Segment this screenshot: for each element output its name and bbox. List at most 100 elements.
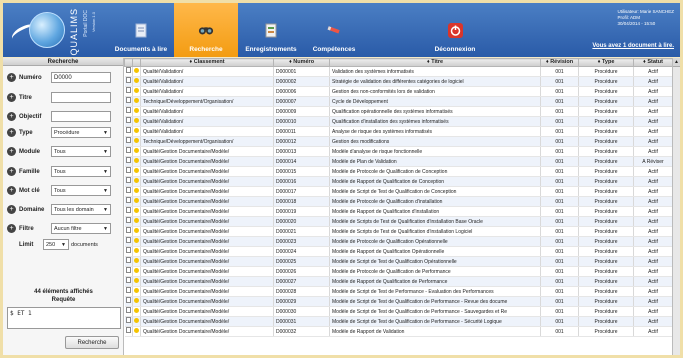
- add-criterion-icon[interactable]: +: [7, 147, 16, 156]
- table-row[interactable]: Qualité/Gestion Documentaire/Modèle/D000…: [124, 156, 672, 167]
- nav-competences[interactable]: Compétences: [305, 3, 363, 57]
- table-row[interactable]: Qualité/Gestion Documentaire/Modèle/D000…: [124, 196, 672, 207]
- table-row[interactable]: Qualité/Gestion Documentaire/Modèle/D000…: [124, 326, 672, 337]
- table-row[interactable]: Qualité/Validation/D000010 Qualification …: [124, 116, 672, 127]
- table-row[interactable]: Qualité/Validation/D000009 Qualification …: [124, 106, 672, 117]
- document-icon[interactable]: [125, 107, 131, 113]
- add-criterion-icon[interactable]: +: [7, 205, 16, 214]
- domaine-select[interactable]: Tous les domain ▼: [51, 204, 111, 215]
- table-scrollbar[interactable]: ▲: [672, 58, 680, 355]
- cell-revision: 001: [540, 176, 579, 187]
- add-criterion-icon[interactable]: +: [7, 73, 16, 82]
- document-icon[interactable]: [125, 247, 131, 253]
- table-row[interactable]: Qualité/Gestion Documentaire/Modèle/D000…: [124, 166, 672, 177]
- cell-titre: Modèle de Plan de Validation: [329, 156, 541, 167]
- add-criterion-icon[interactable]: +: [7, 112, 16, 121]
- document-icon[interactable]: [125, 157, 131, 163]
- table-row[interactable]: Technique/Développement/Organisation/D00…: [124, 136, 672, 147]
- table-row[interactable]: Qualité/Gestion Documentaire/Modèle/D000…: [124, 256, 672, 267]
- document-icon[interactable]: [125, 97, 131, 103]
- table-row[interactable]: Qualité/Gestion Documentaire/Modèle/D000…: [124, 206, 672, 217]
- add-criterion-icon[interactable]: +: [7, 186, 16, 195]
- add-criterion-icon[interactable]: +: [7, 224, 16, 233]
- document-icon[interactable]: [125, 297, 131, 303]
- add-criterion-icon[interactable]: +: [7, 93, 16, 102]
- limit-select[interactable]: 250 ▼: [43, 239, 69, 250]
- chevron-down-icon: ▼: [103, 149, 108, 155]
- table-row[interactable]: Qualité/Gestion Documentaire/Modèle/D000…: [124, 286, 672, 297]
- document-icon[interactable]: [125, 87, 131, 93]
- scroll-up-icon[interactable]: ▲: [673, 58, 680, 67]
- table-row[interactable]: Qualité/Gestion Documentaire/Modèle/D000…: [124, 176, 672, 187]
- table-row[interactable]: Qualité/Gestion Documentaire/Modèle/D000…: [124, 276, 672, 287]
- document-icon[interactable]: [125, 177, 131, 183]
- type-select[interactable]: Procédure ▼: [51, 127, 111, 138]
- table-row[interactable]: Qualité/Gestion Documentaire/Modèle/D000…: [124, 246, 672, 257]
- nav-recherche[interactable]: Recherche: [174, 3, 238, 57]
- table-row[interactable]: Qualité/Validation/D000006 Gestion des no…: [124, 86, 672, 97]
- filtre-select[interactable]: Aucun filtre ▼: [51, 223, 111, 234]
- nav-documents-a-lire[interactable]: Documents à lire: [110, 3, 172, 57]
- document-icon[interactable]: [125, 327, 131, 333]
- document-icon[interactable]: [125, 197, 131, 203]
- document-icon[interactable]: [125, 187, 131, 193]
- table-row[interactable]: Qualité/Gestion Documentaire/Modèle/D000…: [124, 236, 672, 247]
- cell-numero: D000024: [273, 246, 330, 257]
- famille-select[interactable]: Tous ▼: [51, 166, 111, 177]
- document-icon[interactable]: [125, 167, 131, 173]
- document-icon[interactable]: [125, 127, 131, 133]
- numero-input[interactable]: D0000: [51, 72, 111, 83]
- col-classement[interactable]: ♦ Classement: [140, 58, 274, 67]
- module-select[interactable]: Tous ▼: [51, 146, 111, 157]
- cell-titre: Modèle d'analyse de risque fonctionnelle: [329, 146, 541, 157]
- cell-statut: Actif: [633, 236, 672, 247]
- motcle-select[interactable]: Tous ▼: [51, 185, 111, 196]
- table-row[interactable]: Qualité/Validation/D000002 Stratégie de v…: [124, 76, 672, 87]
- documents-to-read-link[interactable]: Vous avez 1 document à lire.: [592, 43, 674, 49]
- col-titre[interactable]: ♦ Titre: [329, 58, 541, 67]
- document-icon[interactable]: [125, 207, 131, 213]
- table-row[interactable]: Qualité/Gestion Documentaire/Modèle/D000…: [124, 216, 672, 227]
- titre-input[interactable]: [51, 92, 111, 103]
- cell-classement: Technique/Développement/Organisation/: [140, 136, 274, 147]
- document-icon[interactable]: [125, 137, 131, 143]
- document-icon[interactable]: [125, 307, 131, 313]
- document-icon[interactable]: [125, 257, 131, 263]
- cell-statut: Actif: [633, 206, 672, 217]
- col-statut[interactable]: ♦ Statut: [633, 58, 672, 67]
- col-numero[interactable]: ♦ Numéro: [273, 58, 330, 67]
- document-icon[interactable]: [125, 237, 131, 243]
- document-icon[interactable]: [125, 77, 131, 83]
- document-icon[interactable]: [125, 287, 131, 293]
- document-icon[interactable]: [125, 317, 131, 323]
- search-button[interactable]: Recherche: [65, 336, 119, 349]
- table-row[interactable]: Qualité/Validation/D000001 Validation des…: [124, 66, 672, 77]
- nav-enregistrements[interactable]: Enregistrements: [240, 3, 302, 57]
- objectif-input[interactable]: [51, 111, 111, 122]
- col-revision[interactable]: ♦ Révision: [540, 58, 579, 67]
- cell-revision: 001: [540, 106, 579, 117]
- table-row[interactable]: Qualité/Gestion Documentaire/Modèle/D000…: [124, 226, 672, 237]
- document-icon[interactable]: [125, 267, 131, 273]
- table-row[interactable]: Qualité/Validation/D000011 Analyse de ris…: [124, 126, 672, 137]
- col-type[interactable]: ♦ Type: [578, 58, 634, 67]
- table-row[interactable]: Qualité/Gestion Documentaire/Modèle/D000…: [124, 296, 672, 307]
- table-row[interactable]: Qualité/Gestion Documentaire/Modèle/D000…: [124, 316, 672, 327]
- nav-label: Déconnexion: [434, 46, 476, 53]
- add-criterion-icon[interactable]: +: [7, 167, 16, 176]
- query-textarea[interactable]: $ ET 1: [7, 307, 121, 329]
- add-criterion-icon[interactable]: +: [7, 128, 16, 137]
- table-row[interactable]: Technique/Développement/Organisation/D00…: [124, 96, 672, 107]
- nav-deconnexion[interactable]: Déconnexion: [423, 3, 487, 57]
- document-icon[interactable]: [125, 147, 131, 153]
- table-row[interactable]: Qualité/Gestion Documentaire/Modèle/D000…: [124, 306, 672, 317]
- document-icon[interactable]: [125, 227, 131, 233]
- table-row[interactable]: Qualité/Gestion Documentaire/Modèle/D000…: [124, 186, 672, 197]
- document-icon[interactable]: [125, 67, 131, 73]
- table-row[interactable]: Qualité/Gestion Documentaire/Modèle/D000…: [124, 146, 672, 157]
- document-icon[interactable]: [125, 217, 131, 223]
- document-icon[interactable]: [125, 117, 131, 123]
- cell-type: Procédure: [578, 156, 634, 167]
- document-icon[interactable]: [125, 277, 131, 283]
- table-row[interactable]: Qualité/Gestion Documentaire/Modèle/D000…: [124, 266, 672, 277]
